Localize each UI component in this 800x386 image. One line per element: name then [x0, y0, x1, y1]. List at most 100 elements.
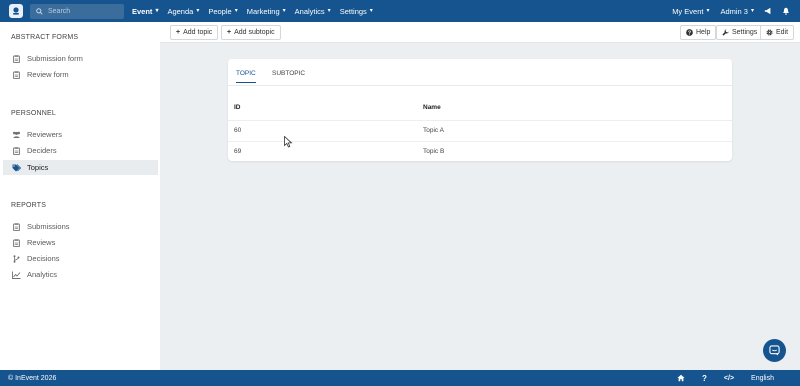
sidebar-item-label: Deciders	[27, 146, 57, 155]
wrench-icon	[722, 29, 729, 36]
home-icon[interactable]	[677, 374, 685, 382]
sidebar-item-label: Submissions	[27, 222, 70, 231]
search-placeholder: Search	[48, 7, 71, 15]
footer: © InEvent 2026 ? </> English	[0, 370, 800, 386]
main-nav: Event ▾ Agenda ▾ People ▾ Marketing ▾ Analyt…	[132, 7, 382, 16]
sidebar-section-abstract-forms: ABSTRACT FORMS	[11, 34, 79, 41]
chart-icon	[11, 271, 21, 279]
settings-label: Settings	[732, 29, 758, 36]
nav-agenda[interactable]: Agenda ▾	[167, 7, 199, 16]
column-header-name[interactable]: Name	[423, 104, 441, 111]
nav-agenda-label: Agenda	[167, 6, 194, 16]
chevron-down-icon: ▾	[706, 8, 710, 14]
chevron-down-icon: ▾	[327, 8, 331, 14]
nav-event[interactable]: Event ▾	[132, 7, 158, 16]
inevent-logo-icon[interactable]	[9, 4, 23, 18]
sidebar-item-label: Analytics	[27, 270, 58, 279]
chevron-down-icon: ▾	[234, 8, 238, 14]
user-name: Admin 3	[720, 6, 748, 16]
table-divider	[228, 120, 732, 121]
sidebar-item-label: Submission form	[27, 54, 83, 63]
nav-settings[interactable]: Settings ▾	[340, 7, 373, 16]
sidebar-section-reports: REPORTS	[11, 202, 47, 209]
nav-people-label: People	[208, 6, 232, 16]
plus-icon: +	[227, 29, 232, 36]
clipboard-icon	[11, 54, 21, 63]
sidebar-item-review-form[interactable]: Review form	[3, 67, 158, 82]
chat-support-button[interactable]	[763, 339, 786, 362]
content-toolbar: + Add topic + Add subtopic ? Help Settin…	[160, 22, 800, 43]
bell-icon[interactable]	[782, 7, 790, 15]
chat-icon	[769, 345, 780, 356]
nav-settings-label: Settings	[339, 6, 367, 16]
sidebar-item-reviews[interactable]: Reviews	[3, 235, 158, 250]
nav-marketing-label: Marketing	[246, 6, 280, 16]
svg-text:?: ?	[688, 30, 691, 36]
my-event-menu[interactable]: My Event ▾	[672, 7, 709, 16]
tab-subtopic[interactable]: SUBTOPIC	[272, 70, 305, 82]
sidebar-item-topics[interactable]: Topics	[3, 160, 158, 175]
chevron-down-icon: ▾	[282, 8, 286, 14]
top-navigation-bar: Search Event ▾ Agenda ▾ People ▾ Marketing ▾…	[0, 0, 800, 22]
sidebar-item-label: Decisions	[27, 254, 60, 263]
clipboard-icon	[11, 238, 21, 247]
nav-analytics[interactable]: Analytics ▾	[295, 7, 331, 16]
code-icon[interactable]: </>	[724, 375, 734, 382]
sidebar-item-submission-form[interactable]: Submission form	[3, 51, 158, 66]
sidebar-item-label: Review form	[27, 70, 69, 79]
branch-icon	[11, 254, 21, 263]
user-nav: My Event ▾ Admin 3 ▾	[661, 0, 790, 22]
sidebar: ABSTRACT FORMS Submission form Review fo…	[0, 22, 160, 370]
column-header-id[interactable]: ID	[234, 104, 241, 111]
language-selector[interactable]: English	[751, 375, 774, 382]
chevron-down-icon: ▾	[196, 8, 200, 14]
users-icon	[11, 131, 21, 138]
table-cell-id: 69	[234, 148, 242, 155]
table-cell-id: 60	[234, 127, 242, 134]
sidebar-item-label: Topics	[27, 163, 49, 172]
help-label: Help	[696, 29, 711, 36]
sidebar-item-submissions[interactable]: Submissions	[3, 219, 158, 234]
sidebar-item-label: Reviewers	[27, 130, 63, 139]
user-menu[interactable]: Admin 3 ▾	[720, 7, 754, 16]
chevron-down-icon: ▾	[155, 8, 159, 14]
copyright-text: © InEvent 2026	[8, 374, 57, 382]
footer-actions: ? </> English	[660, 370, 774, 386]
edit-button[interactable]: Edit	[760, 25, 795, 40]
help-button[interactable]: ? Help	[680, 25, 717, 40]
nav-marketing[interactable]: Marketing ▾	[247, 7, 286, 16]
add-subtopic-button[interactable]: + Add subtopic	[221, 25, 281, 40]
megaphone-icon[interactable]	[764, 7, 772, 15]
chevron-down-icon: ▾	[369, 8, 373, 14]
gear-icon	[766, 29, 773, 36]
settings-button[interactable]: Settings	[716, 25, 764, 40]
tab-topic[interactable]: TOPIC	[236, 70, 256, 83]
sidebar-item-analytics[interactable]: Analytics	[3, 267, 158, 282]
nav-event-label: Event	[132, 6, 153, 16]
help-icon[interactable]: ?	[702, 374, 707, 383]
nav-people[interactable]: People ▾	[208, 7, 237, 16]
add-topic-button[interactable]: + Add topic	[170, 25, 219, 40]
my-event-label: My Event	[672, 6, 704, 16]
sidebar-item-deciders[interactable]: Deciders	[3, 143, 158, 158]
clipboard-icon	[11, 70, 21, 79]
add-subtopic-label: Add subtopic	[234, 29, 275, 36]
clipboard-icon	[11, 146, 21, 155]
table-cell-name: Topic A	[423, 127, 444, 134]
tags-icon	[11, 163, 21, 172]
topics-card: TOPIC SUBTOPIC ID Name 60 Topic A 69 Top…	[228, 59, 732, 161]
sidebar-section-personnel: PERSONNEL	[11, 110, 56, 117]
table-divider	[228, 141, 732, 142]
add-topic-label: Add topic	[183, 29, 213, 36]
edit-label: Edit	[776, 29, 789, 36]
sidebar-item-reviewers[interactable]: Reviewers	[3, 127, 158, 142]
search-icon	[36, 7, 43, 15]
search-input[interactable]: Search	[30, 3, 124, 19]
mouse-cursor-icon	[284, 135, 293, 150]
tabs-divider	[228, 85, 732, 86]
nav-analytics-label: Analytics	[294, 6, 325, 16]
question-circle-icon: ?	[686, 29, 693, 36]
sidebar-item-decisions[interactable]: Decisions	[3, 251, 158, 266]
clipboard-icon	[11, 222, 21, 231]
sidebar-item-label: Reviews	[27, 238, 56, 247]
